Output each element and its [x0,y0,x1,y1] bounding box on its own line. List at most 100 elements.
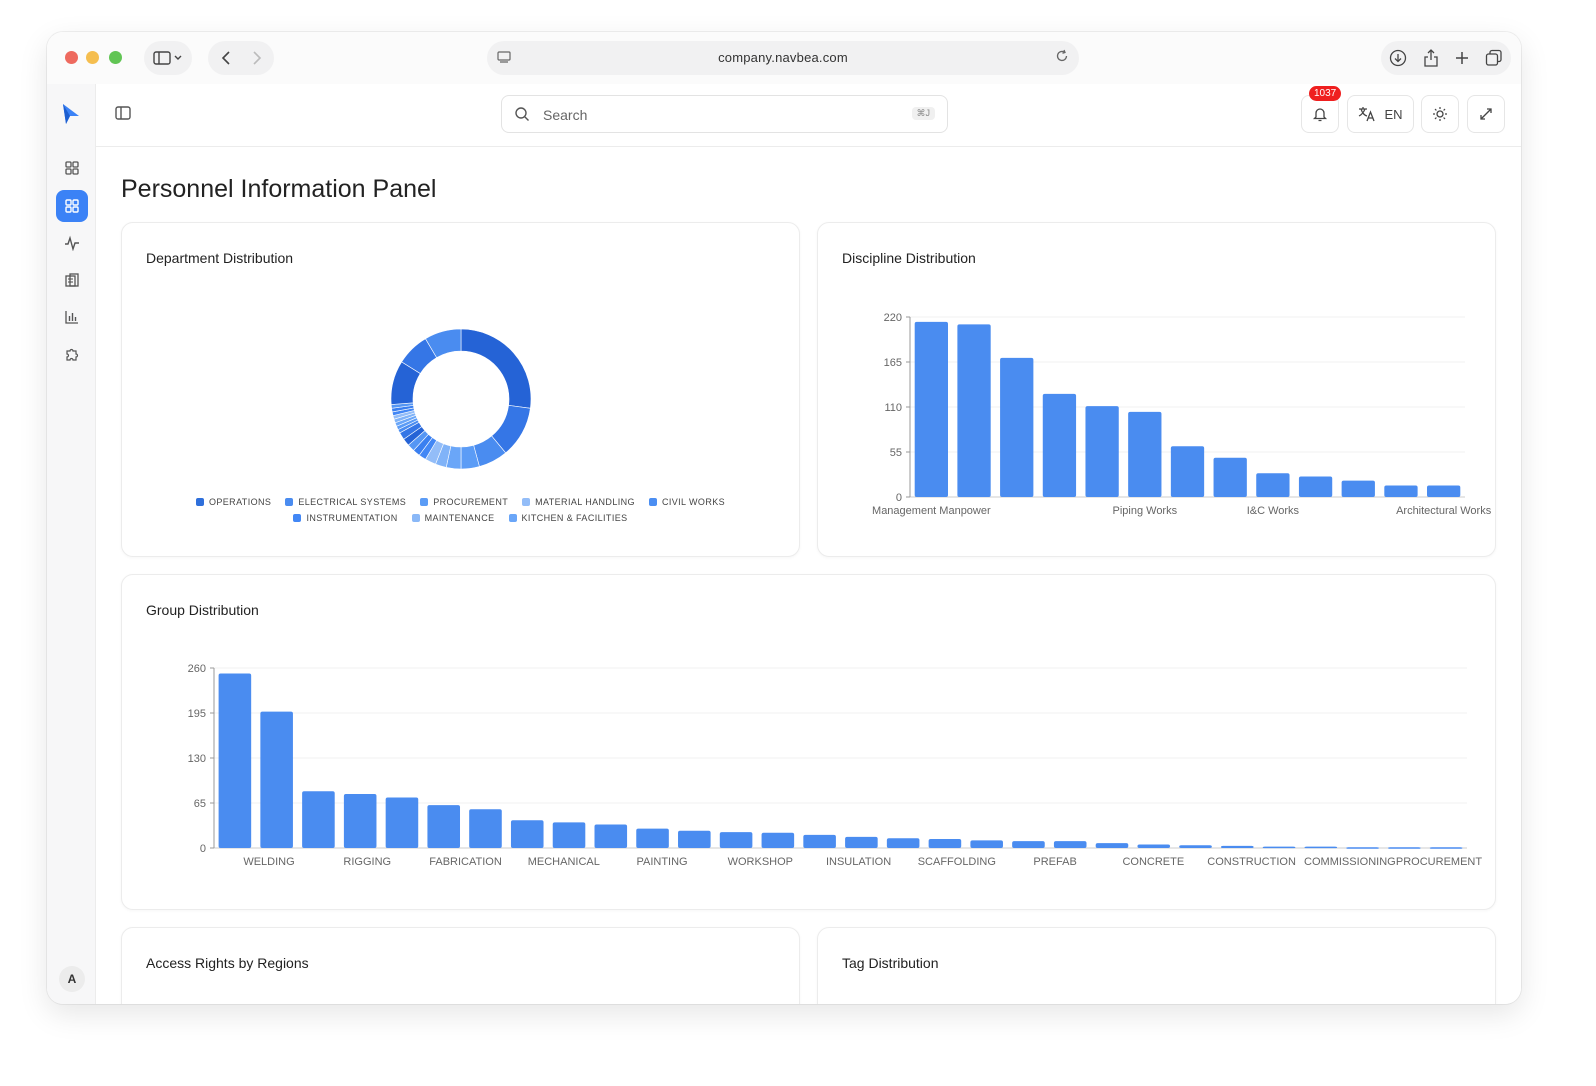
theme-toggle-button[interactable] [1421,95,1459,133]
user-avatar[interactable]: A [59,966,85,992]
minimize-window-button[interactable] [86,51,99,64]
bar [1128,411,1162,497]
legend-label: MAINTENANCE [424,513,495,523]
bar [1429,847,1463,849]
bar [1095,843,1129,848]
puzzle-icon [66,348,79,361]
bar [803,834,836,848]
building-icon [65,273,79,287]
legend-item[interactable]: KITCHEN & FACILITIES [508,513,628,523]
x-tick-label: RIGGING [343,856,391,868]
y-tick-label: 260 [188,663,206,675]
browser-window: company.navbea.com A Search ⌘J 1037 EN P… [47,32,1521,1004]
legend-swatch [522,498,531,506]
bar [510,820,544,848]
x-tick-label: WORKSHOP [728,856,793,868]
legend-swatch [508,514,517,522]
sidebar-item-dashboard[interactable] [56,190,88,222]
y-tick-label: 165 [884,357,902,369]
access-rights-card: Access Rights by Regions [121,927,800,1004]
browser-actions [1381,41,1511,75]
new-tab-icon[interactable] [1455,51,1469,65]
bar [1220,845,1254,848]
y-tick-label: 0 [896,492,902,504]
x-tick-label: PROCUREMENT [1396,856,1482,868]
legend-label: MATERIAL HANDLING [535,497,635,507]
close-window-button[interactable] [65,51,78,64]
x-tick-label: CONCRETE [1122,856,1184,868]
x-tick-label: Piping Works [1113,505,1178,517]
maximize-window-button[interactable] [109,51,122,64]
language-button[interactable]: EN [1347,95,1414,133]
reload-icon[interactable] [1055,49,1069,63]
discipline-distribution-card: Discipline Distribution 0 55 110 165 220 Mana… [817,222,1496,557]
y-tick-label: 110 [884,402,902,414]
app-header: Search ⌘J 1037 EN [96,84,1521,147]
legend-item[interactable]: INSTRUMENTATION [293,513,397,523]
x-tick-label: PAINTING [636,856,687,868]
sidebar-item-buildings[interactable] [56,264,88,296]
share-icon[interactable] [1423,49,1439,67]
x-tick-label: CONSTRUCTION [1207,856,1296,868]
bar [957,324,991,497]
bar-chart-icon [65,311,78,324]
sidebar-item-integrations[interactable] [56,338,88,370]
activity-icon [65,235,79,251]
legend-item[interactable]: MATERIAL HANDLING [522,497,635,507]
y-tick-label: 55 [890,447,902,459]
bar [1388,847,1421,849]
bar [1179,845,1212,848]
bar [1137,844,1171,848]
group-bar-chart: 0 65 130 195 260 WELDING RIGGING FABRICATION MEC… [188,663,1483,868]
browser-sidebar-toggle[interactable] [144,41,192,75]
bar [343,794,377,848]
address-bar[interactable]: company.navbea.com [487,41,1079,75]
y-tick-label: 195 [188,708,206,720]
legend-label: PROCUREMENT [433,497,509,507]
bar [1384,485,1418,497]
sidebar-item-activity[interactable] [56,227,88,259]
legend-item[interactable]: OPERATIONS [195,497,271,507]
tabs-overview-icon[interactable] [1485,49,1503,67]
download-icon[interactable] [1389,49,1407,67]
bar [1042,393,1077,497]
x-tick-label: COMMISSIONING [1304,856,1396,868]
url-text: company.navbea.com [718,50,848,65]
bar [1346,847,1379,849]
sidebar-item-overview[interactable] [56,152,88,184]
bar [845,836,878,848]
group-distribution-card: Group Distribution 0 65 130 195 260 WELDING RI… [121,574,1496,910]
legend-item[interactable]: ELECTRICAL SYSTEMS [285,497,406,507]
sun-icon [1433,107,1447,121]
x-tick-label: WELDING [243,856,294,868]
sidebar-item-reports[interactable] [56,301,88,333]
bar [260,711,293,848]
main-content: Personnel Information Panel Department D… [96,147,1521,1004]
search-placeholder: Search [543,107,588,123]
fullscreen-button[interactable] [1467,95,1505,133]
browser-nav [208,41,274,75]
legend-item[interactable]: PROCUREMENT [420,497,508,507]
legend-item[interactable]: CIVIL WORKS [648,497,726,507]
expand-icon [1480,108,1492,120]
logo-icon[interactable] [61,102,81,126]
bar [594,824,628,848]
legend-item[interactable]: MAINTENANCE [411,513,495,523]
panel-toggle-icon[interactable] [114,104,132,122]
card-title: Tag Distribution [842,955,939,971]
app-sidebar: A [47,84,96,1004]
x-tick-label: FABRICATION [429,856,502,868]
bar [761,832,795,848]
back-icon[interactable] [221,51,231,65]
bar [1304,846,1338,849]
legend-label: KITCHEN & FACILITIES [521,513,628,523]
legend-swatch [411,514,420,522]
discipline-bar-chart: 0 55 110 165 220 Management Manpower Piping Wo… [872,312,1492,517]
search-input[interactable]: Search ⌘J [501,95,948,133]
bar [1298,476,1333,497]
x-tick-label: Architectural Works [1396,505,1492,517]
browser-toolbar: company.navbea.com [47,32,1521,84]
forward-icon[interactable] [252,51,262,65]
legend-label: CIVIL WORKS [661,497,726,507]
bar [1012,841,1045,848]
